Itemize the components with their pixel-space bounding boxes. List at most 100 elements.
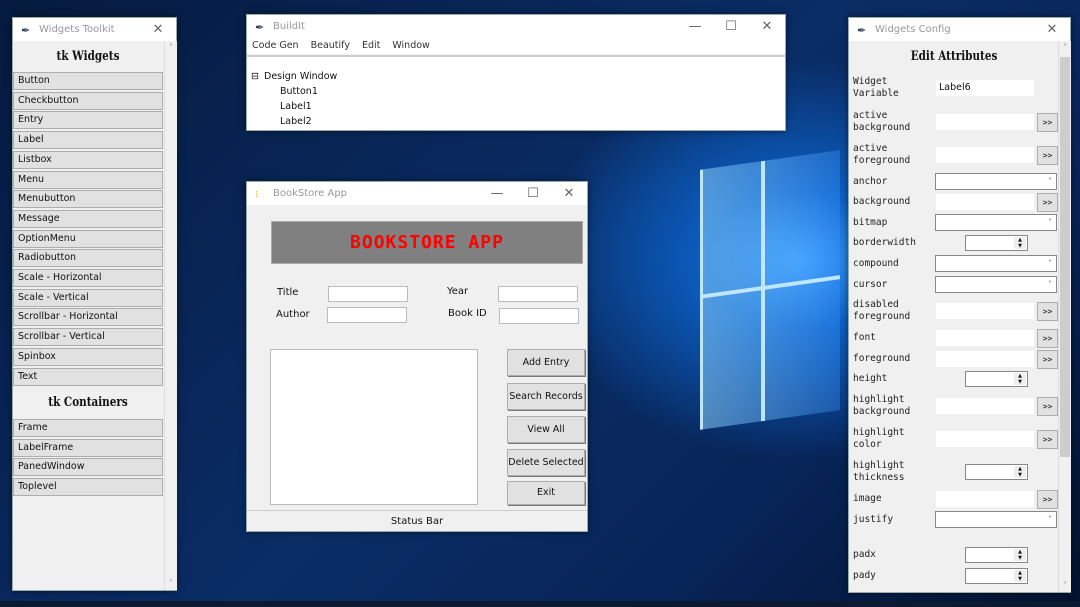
highlight-background-input[interactable] (936, 398, 1034, 414)
disabled-foreground-picker-button[interactable]: >> (1037, 302, 1058, 321)
widget-variable-input[interactable]: Label6 (936, 80, 1034, 96)
highlight-color-picker-button[interactable]: >> (1037, 430, 1058, 449)
justify-combobox[interactable]: ˅ (935, 511, 1057, 528)
scrollbar[interactable]: ˄ ˅ (164, 41, 177, 590)
widget-button-menu[interactable]: Menu (13, 170, 163, 189)
app-icon: ⁝ (255, 187, 259, 201)
foreground-input[interactable] (936, 351, 1034, 367)
records-listbox[interactable] (270, 349, 478, 505)
collapse-icon[interactable]: ⊟ (251, 71, 259, 83)
scrollbar[interactable]: ˄ ˅ (1058, 41, 1071, 592)
height-spinbox[interactable]: ▲ ▼ (965, 371, 1028, 387)
tree-item[interactable]: Button1 (280, 86, 318, 98)
widget-button-scale-vertical[interactable]: Scale - Vertical (13, 288, 163, 307)
background-input[interactable] (936, 194, 1034, 210)
scrollbar-thumb[interactable] (1060, 57, 1070, 457)
spin-arrows-icon[interactable]: ▲ ▼ (1014, 570, 1026, 582)
search-records-button[interactable]: Search Records (507, 383, 585, 410)
highlight-thickness-spinbox[interactable]: ▲ ▼ (965, 464, 1028, 480)
close-icon[interactable]: ✕ (1034, 22, 1070, 37)
compound-combobox[interactable]: ˅ (935, 255, 1057, 272)
close-icon[interactable]: ✕ (749, 19, 785, 34)
widget-button-scale-horizontal[interactable]: Scale - Horizontal (13, 269, 163, 287)
attr-label-active-background: active background (853, 110, 911, 133)
highlight-color-input[interactable] (936, 431, 1034, 447)
maximize-icon[interactable]: ☐ (713, 19, 749, 34)
widget-button-button[interactable]: Button (13, 72, 163, 90)
menu-edit[interactable]: Edit (362, 38, 380, 54)
container-button-toplevel[interactable]: Toplevel (13, 478, 163, 497)
year-input[interactable] (498, 286, 578, 302)
active-foreground-picker-button[interactable]: >> (1037, 146, 1058, 165)
close-icon[interactable]: ✕ (551, 186, 587, 201)
chevron-down-icon[interactable]: ˅ (1048, 177, 1052, 186)
view-all-button[interactable]: View All (507, 416, 585, 443)
minimize-icon[interactable]: — (479, 186, 515, 201)
scroll-up-icon[interactable]: ˄ (1059, 43, 1071, 52)
active-background-picker-button[interactable]: >> (1037, 113, 1058, 132)
tree-item[interactable]: Label1 (280, 101, 312, 113)
minimize-icon[interactable]: — (677, 19, 713, 34)
close-icon[interactable]: ✕ (140, 22, 176, 37)
widget-button-radiobutton[interactable]: Radiobutton (13, 249, 163, 268)
book-id-input[interactable] (499, 308, 579, 324)
widget-button-text[interactable]: Text (13, 367, 163, 386)
menu-beautify[interactable]: Beautify (311, 38, 350, 54)
chevron-down-icon[interactable]: ˅ (1048, 218, 1052, 227)
font-picker-button[interactable]: >> (1037, 329, 1058, 348)
title-label: Title (277, 287, 299, 298)
foreground-picker-button[interactable]: >> (1037, 350, 1058, 369)
tree-item[interactable]: Label2 (280, 116, 312, 128)
padx-spinbox[interactable]: ▲ ▼ (965, 547, 1028, 563)
tree-root[interactable]: Design Window (264, 71, 337, 83)
bitmap-combobox[interactable]: ˅ (935, 214, 1057, 231)
container-button-frame[interactable]: Frame (13, 419, 163, 437)
attr-label-height: height (853, 373, 888, 384)
disabled-foreground-input[interactable] (936, 303, 1034, 319)
pady-spinbox[interactable]: ▲ ▼ (965, 568, 1028, 584)
feather-icon: ✒ (21, 23, 31, 37)
widget-button-listbox[interactable]: Listbox (13, 150, 163, 169)
author-input[interactable] (327, 307, 407, 323)
anchor-combobox[interactable]: ˅ (935, 173, 1057, 190)
image-input[interactable] (936, 491, 1034, 507)
container-button-labelframe[interactable]: LabelFrame (13, 438, 163, 457)
spin-arrows-icon[interactable]: ▲ ▼ (1014, 237, 1026, 249)
container-button-panedwindow[interactable]: PanedWindow (13, 458, 163, 477)
font-input[interactable] (936, 330, 1034, 346)
chevron-down-icon[interactable]: ˅ (1048, 280, 1052, 289)
menu-code-gen[interactable]: Code Gen (252, 38, 299, 54)
menu-window[interactable]: Window (392, 38, 429, 54)
buildit-window: ✒ BuildIt — ☐ ✕ Code Gen Beautify Edit Windo… (246, 14, 786, 131)
widget-button-checkbutton[interactable]: Checkbutton (13, 91, 163, 110)
widget-button-label[interactable]: Label (13, 131, 163, 150)
borderwidth-spinbox[interactable]: ▲ ▼ (965, 235, 1028, 251)
scroll-up-icon[interactable]: ˄ (165, 43, 177, 52)
menu-bar: Code Gen Beautify Edit Window (247, 38, 785, 54)
active-foreground-input[interactable] (936, 147, 1034, 163)
widget-button-message[interactable]: Message (13, 209, 163, 228)
exit-button[interactable]: Exit (507, 481, 585, 505)
spin-arrows-icon[interactable]: ▲ ▼ (1014, 549, 1026, 561)
spin-arrows-icon[interactable]: ▲ ▼ (1014, 466, 1026, 478)
image-picker-button[interactable]: >> (1037, 490, 1058, 509)
widget-button-scrollbar-vertical[interactable]: Scrollbar - Vertical (13, 328, 163, 347)
active-background-input[interactable] (936, 114, 1034, 130)
widget-button-scrollbar-horizontal[interactable]: Scrollbar - Horizontal (13, 308, 163, 327)
widget-button-spinbox[interactable]: Spinbox (13, 347, 163, 366)
maximize-icon[interactable]: ☐ (515, 186, 551, 201)
add-entry-button[interactable]: Add Entry (507, 349, 585, 376)
widget-button-menubutton[interactable]: Menubutton (13, 190, 163, 209)
chevron-down-icon[interactable]: ˅ (1048, 515, 1052, 524)
title-input[interactable] (328, 286, 408, 302)
chevron-down-icon[interactable]: ˅ (1048, 259, 1052, 268)
highlight-background-picker-button[interactable]: >> (1037, 397, 1058, 416)
widget-button-optionmenu[interactable]: OptionMenu (13, 229, 163, 248)
background-picker-button[interactable]: >> (1037, 193, 1058, 212)
scroll-down-icon[interactable]: ˅ (1059, 581, 1071, 590)
widget-button-entry[interactable]: Entry (13, 111, 163, 130)
delete-selected-button[interactable]: Delete Selected (507, 449, 585, 476)
scroll-down-icon[interactable]: ˅ (165, 579, 177, 588)
cursor-combobox[interactable]: ˅ (935, 276, 1057, 293)
spin-arrows-icon[interactable]: ▲ ▼ (1014, 373, 1026, 385)
